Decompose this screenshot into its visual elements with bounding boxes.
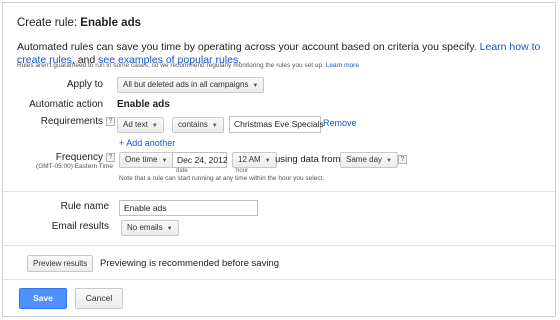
frequency-note: Note that a rule can start running at an… [119,175,325,182]
section-divider [3,279,555,280]
add-another-requirement-link[interactable]: + Add another [119,138,175,148]
section-divider [3,245,555,246]
dialog-title: Create rule: Enable ads [17,17,141,29]
date-sublabel: date [176,168,188,174]
chevron-down-icon: ▼ [161,158,168,164]
requirement-operator-dropdown[interactable]: contains ▼ [172,117,224,133]
rule-name-input[interactable]: Enable ads [119,200,258,216]
email-results-label: Email results [51,221,109,232]
hour-sublabel: hour [236,168,249,174]
save-button[interactable]: Save [19,288,67,309]
hour-dropdown[interactable]: 12 AM ▼ [232,152,277,168]
automatic-action-label: Automatic action [29,99,103,110]
apply-to-dropdown[interactable]: All but deleted ads in all campaigns ▼ [117,77,265,93]
chevron-down-icon: ▼ [211,123,218,129]
hour-value: 12 AM [238,155,261,164]
create-rule-dialog: Create rule: Enable ads Automated rules … [2,2,556,317]
preview-results-button[interactable]: Preview results [27,255,94,272]
frequency-label: Frequency [55,152,103,163]
requirement-operator-value: contains [178,120,208,129]
frequency-help-icon[interactable]: ? [106,153,115,162]
chevron-down-icon: ▼ [151,123,158,129]
rules-note-text: Rules aren't guaranteed to run in some c… [17,62,324,69]
using-data-from-label: using data from [275,154,341,165]
chevron-down-icon: ▼ [166,226,173,232]
preview-recommendation-text: Previewing is recommended before saving [100,258,280,269]
requirement-field-value: Ad text [123,120,148,129]
cancel-button[interactable]: Cancel [75,288,123,309]
email-results-value: No emails [127,223,163,232]
requirement-field-dropdown[interactable]: Ad text ▼ [117,117,164,133]
data-range-help-icon[interactable]: ? [398,155,407,164]
remove-requirement-link[interactable]: Remove [323,118,357,128]
date-input[interactable]: Dec 24, 2012 [172,152,228,168]
frequency-value: One time [125,155,158,164]
frequency-timezone: (GMT-05:00) Eastern Time [36,163,113,170]
apply-to-value: All but deleted ads in all campaigns [123,80,249,89]
requirements-label: Requirements [40,116,103,127]
email-results-dropdown[interactable]: No emails ▼ [121,220,179,236]
rules-note: Rules aren't guaranteed to run in some c… [17,62,359,69]
data-range-dropdown[interactable]: Same day ▼ [340,152,398,168]
description-text: Automated rules can save you time by ope… [17,41,477,53]
requirements-help-icon[interactable]: ? [106,117,115,126]
chevron-down-icon: ▼ [386,158,392,164]
requirement-text-input[interactable]: Christmas Eve Specials [229,116,324,133]
chevron-down-icon: ▼ [252,83,259,89]
title-prefix: Create rule: [17,17,81,29]
section-divider [3,191,555,192]
apply-to-label: Apply to [66,79,103,90]
data-range-value: Same day [346,155,383,164]
frequency-dropdown[interactable]: One time ▼ [119,152,174,168]
chevron-down-icon: ▼ [264,158,271,164]
rule-name-label: Rule name [60,201,109,212]
title-rule-name: Enable ads [80,17,141,29]
learn-more-link[interactable]: Learn more [326,62,359,69]
automatic-action-value: Enable ads [117,99,170,110]
